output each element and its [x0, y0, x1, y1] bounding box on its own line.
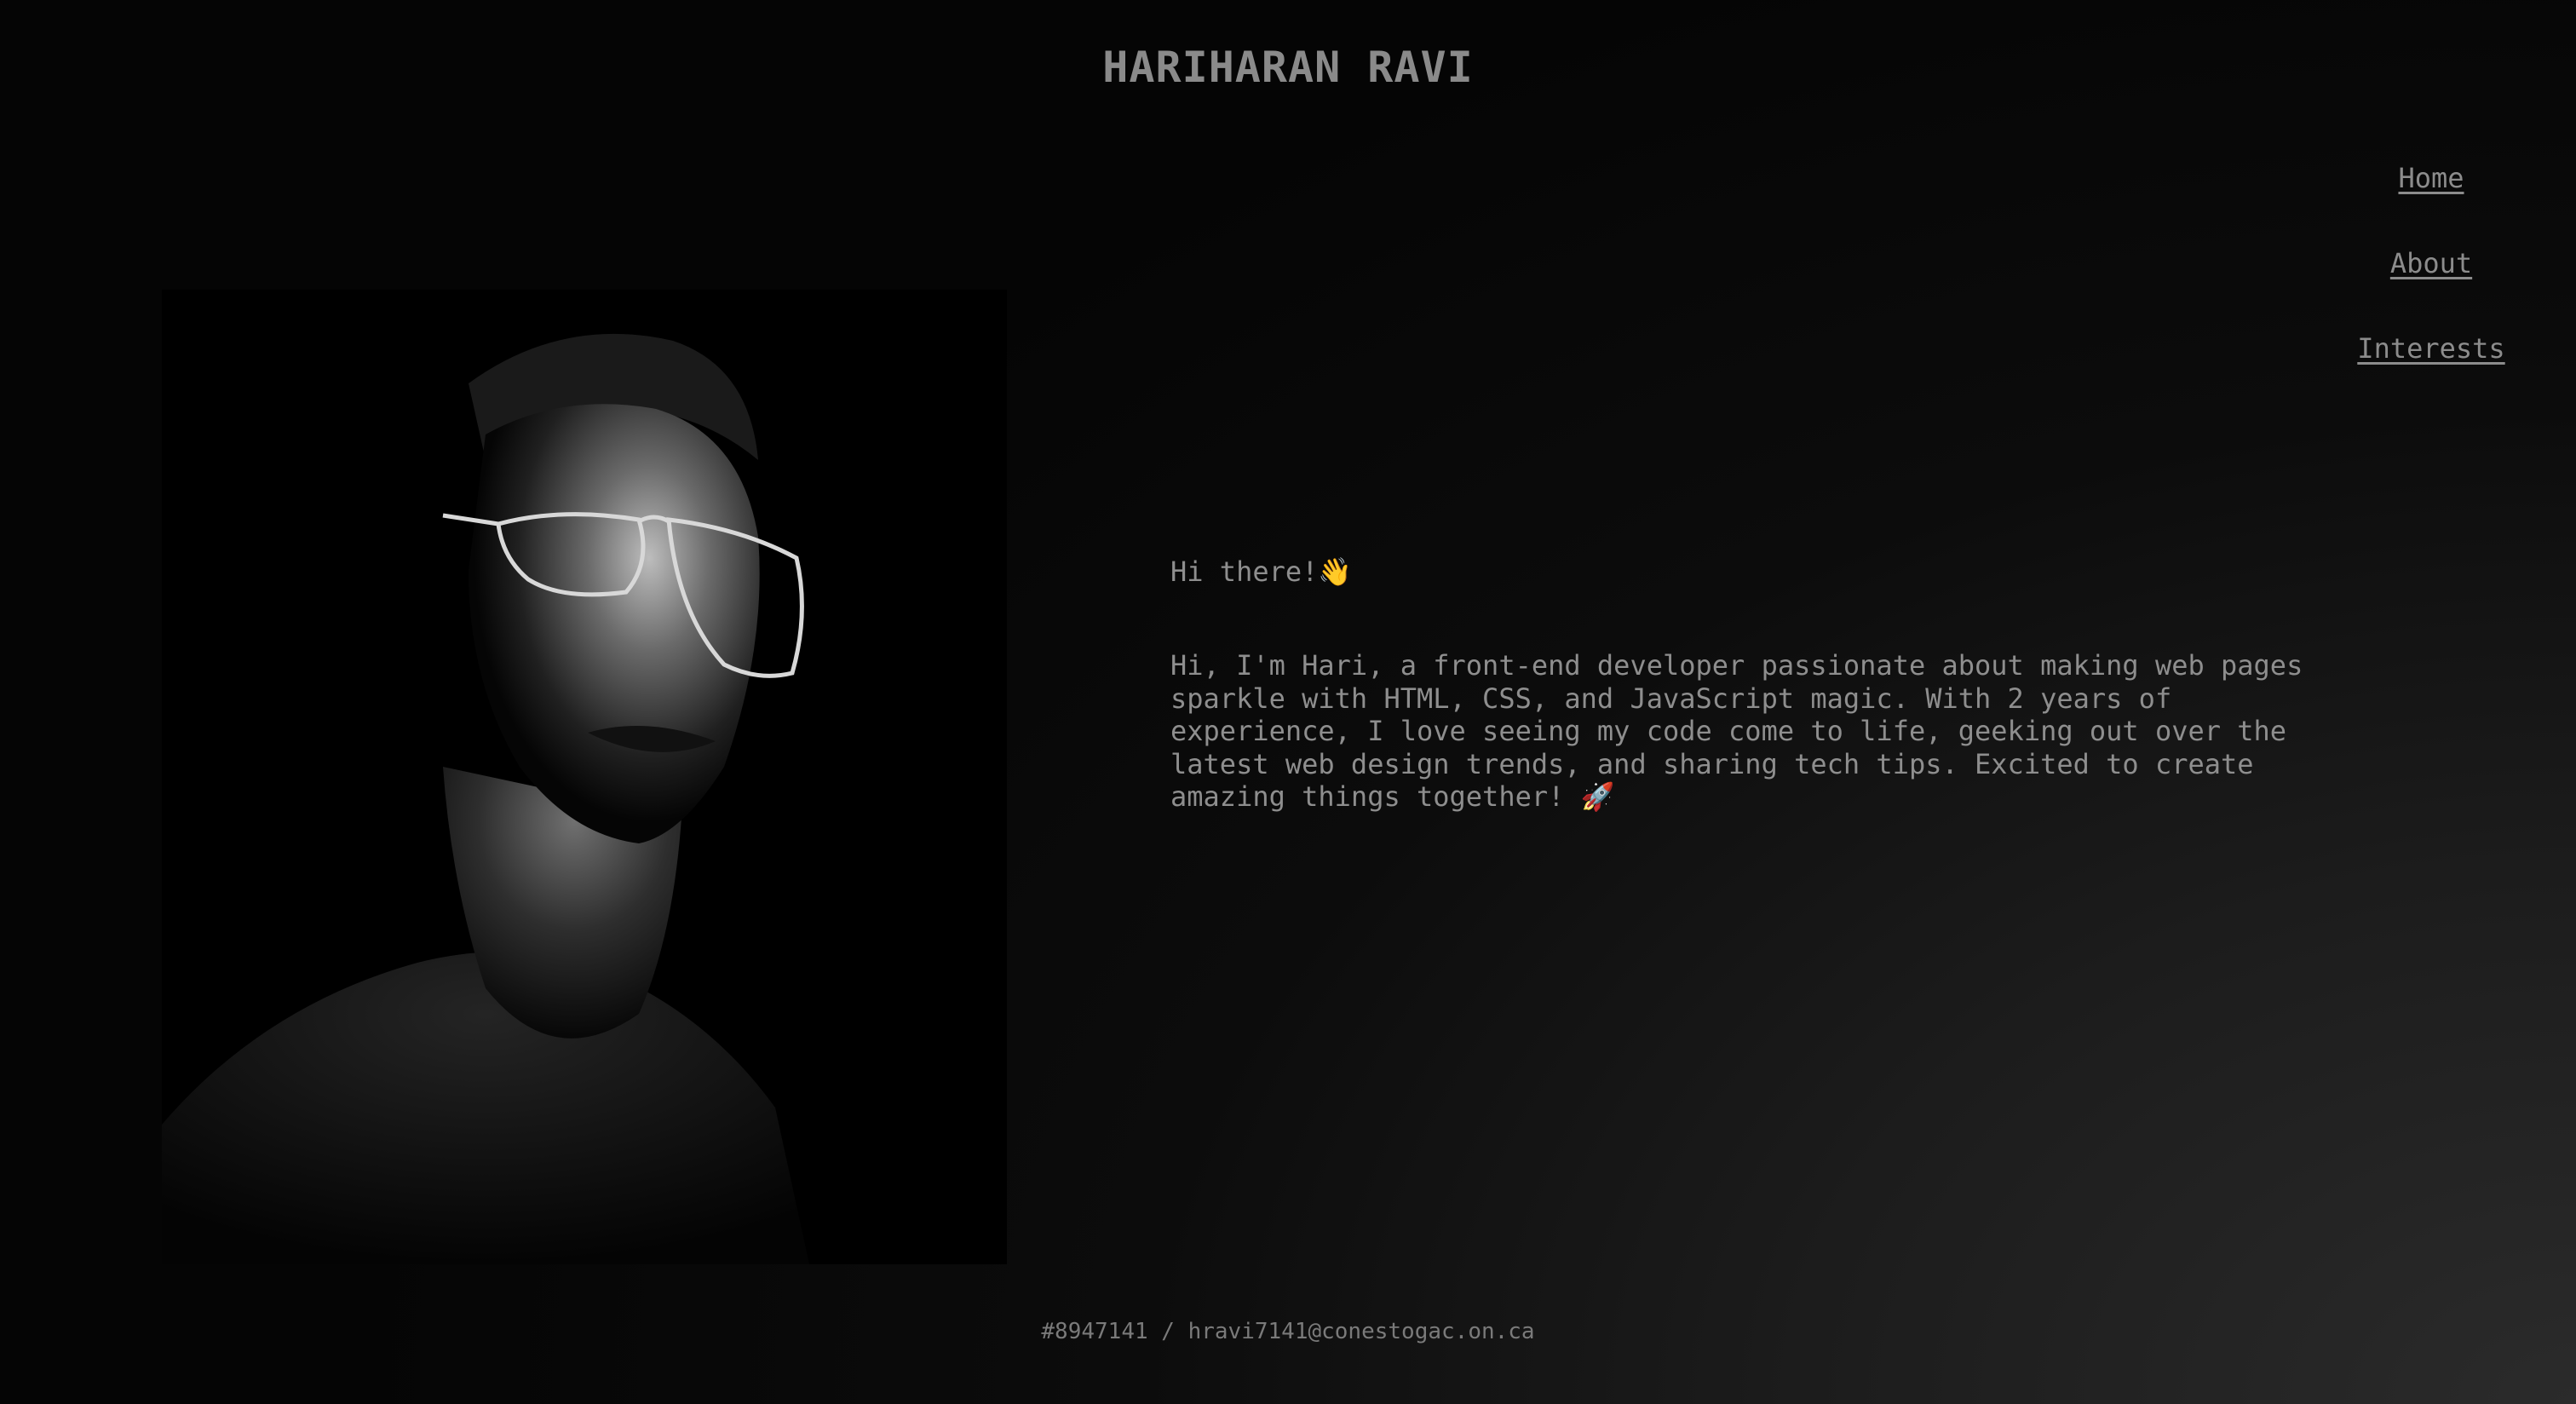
- site-title: HARIHARAN RAVI: [1102, 43, 1474, 92]
- nav-link-interests[interactable]: Interests: [2357, 332, 2504, 365]
- greeting-label: Hi there!: [1170, 555, 1319, 588]
- rocket-icon: 🚀: [1580, 780, 1615, 813]
- footer-contact: #8947141 / hravi7141@conestogac.on.ca: [1041, 1319, 1535, 1344]
- footer: #8947141 / hravi7141@conestogac.on.ca: [0, 1319, 2576, 1344]
- nav-link-home[interactable]: Home: [2398, 162, 2464, 194]
- intro-section: Hi there!👋 Hi, I'm Hari, a front-end dev…: [1170, 555, 2346, 814]
- bio-text: Hi, I'm Hari, a front-end developer pass…: [1170, 649, 2303, 813]
- greeting-text: Hi there!👋: [1170, 555, 2346, 588]
- portrait-photo: [162, 290, 1007, 1264]
- bio-paragraph: Hi, I'm Hari, a front-end developer pass…: [1170, 649, 2346, 814]
- waving-hand-icon: 👋: [1318, 555, 1353, 588]
- nav-link-about[interactable]: About: [2390, 247, 2472, 279]
- main-nav: Home About Interests: [2329, 162, 2533, 365]
